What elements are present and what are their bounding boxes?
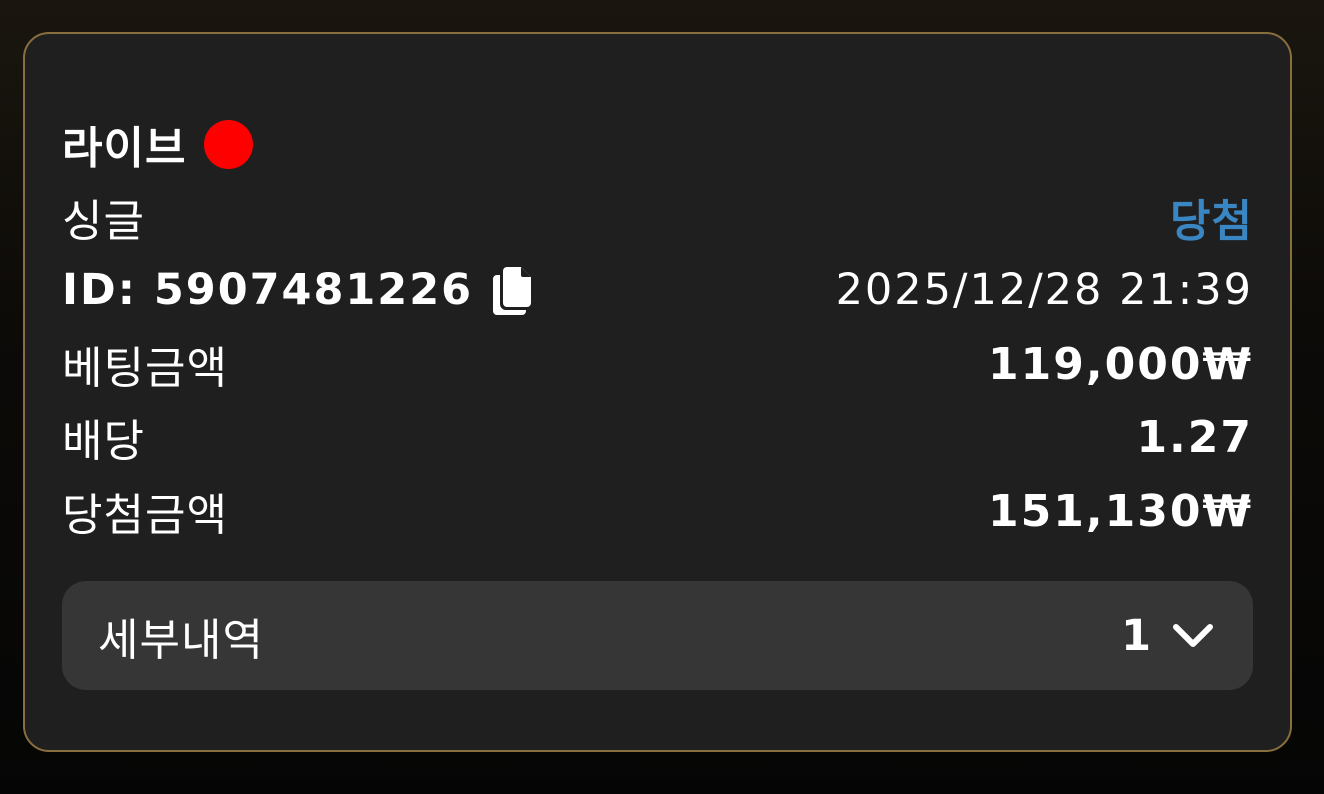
bet-amount-row: 베팅금액 119,000₩ — [62, 334, 1253, 395]
card-header: 라이브 — [62, 114, 1253, 174]
copy-icon[interactable] — [489, 265, 535, 315]
win-amount-row: 당첨금액 151,130₩ — [62, 481, 1253, 542]
odds-label: 배당 — [62, 416, 145, 467]
bet-type-label: 싱글 — [62, 196, 145, 247]
odds-row: 배당 1.27 — [62, 407, 1253, 468]
odds-value: 1.27 — [1136, 411, 1253, 463]
bet-amount-value: 119,000₩ — [988, 338, 1253, 390]
bet-type-row: 싱글 당첨 — [62, 187, 1253, 247]
bet-amount-label: 베팅금액 — [62, 343, 228, 394]
details-count: 1 — [1121, 610, 1151, 661]
bet-result-status: 당첨 — [1170, 196, 1253, 247]
card-title: 라이브 — [62, 123, 187, 174]
bet-id: ID: 5907481226 — [62, 265, 474, 315]
details-right-group: 1 — [1121, 611, 1215, 661]
title-group: 라이브 — [62, 112, 254, 176]
details-toggle-button[interactable]: 세부내역 1 — [62, 581, 1253, 690]
chevron-down-icon[interactable] — [1171, 622, 1215, 650]
bet-datetime: 2025/12/28 21:39 — [835, 265, 1253, 315]
details-label: 세부내역 — [98, 614, 264, 666]
live-indicator-icon — [204, 119, 254, 169]
bet-id-group: ID: 5907481226 — [62, 265, 535, 315]
win-amount-label: 당첨금액 — [62, 490, 228, 541]
win-amount-value: 151,130₩ — [988, 485, 1253, 537]
bet-id-row: ID: 5907481226 2025/12/28 21:39 — [62, 260, 1253, 320]
bet-history-card: 라이브 싱글 당첨 ID: 5907481226 2025/12/28 21:3… — [23, 32, 1292, 752]
